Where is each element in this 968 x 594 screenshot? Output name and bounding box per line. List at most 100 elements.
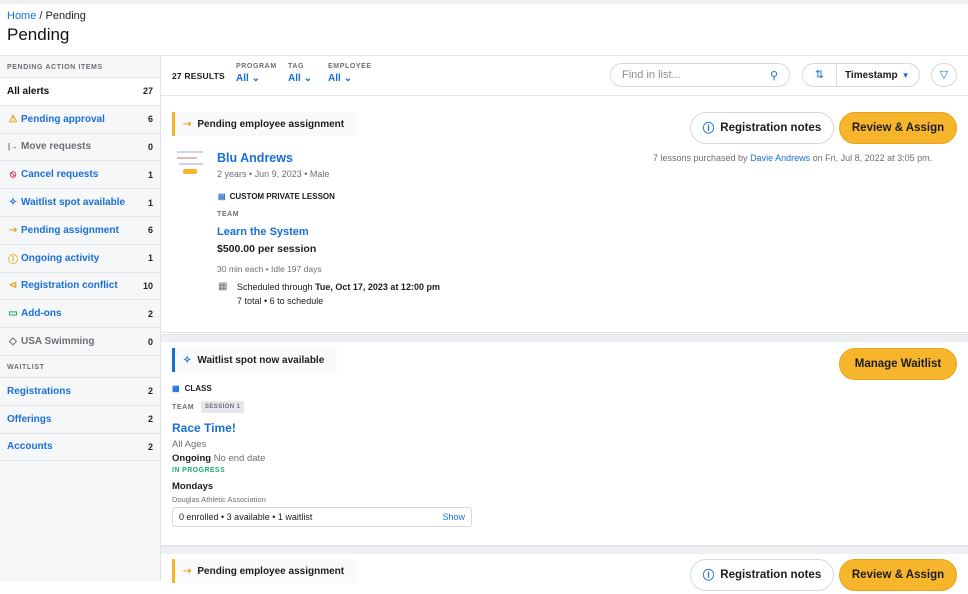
breadcrumb-home-link[interactable]: Home — [7, 10, 36, 22]
price: $500.00 per session — [217, 243, 317, 255]
sparkle-icon: ✧ — [183, 354, 192, 366]
shield-icon: ◇ — [9, 336, 17, 348]
pending-tag: ⇢ Pending employee assignment — [172, 112, 357, 136]
results-count: 27 RESULTS — [172, 71, 225, 81]
chevron-down-icon: ⌄ — [343, 73, 352, 84]
sidebar-item-offerings[interactable]: Offerings 2 — [0, 406, 160, 434]
tag-filter[interactable]: TAG All ⌄ — [288, 63, 312, 84]
cancel-icon: ⦸ — [9, 169, 17, 181]
show-link[interactable]: Show — [442, 512, 465, 522]
pending-tag: ⇢ Pending employee assignment — [172, 559, 357, 583]
breadcrumb-sep: / — [39, 10, 43, 22]
sidebar-count: 1 — [147, 169, 153, 180]
sidebar-item-pending-approval[interactable]: ⚠ Pending approval 6 — [0, 106, 160, 134]
student-meta: 2 years • Jun 9, 2023 • Male — [217, 169, 330, 179]
sidebar-count: 6 — [147, 114, 153, 125]
sidebar-count: 2 — [147, 441, 153, 452]
sidebar-section-pending: PENDING ACTION ITEMS — [0, 56, 160, 78]
registration-notes-button[interactable]: ⓘ Registration notes — [690, 112, 834, 144]
sidebar-item-registrations[interactable]: Registrations 2 — [0, 378, 160, 406]
offering-type: ▦ CLASS — [172, 384, 212, 393]
team-label: TEAM — [172, 404, 195, 411]
sidebar-count: 27 — [142, 86, 153, 97]
sidebar-count: 2 — [147, 414, 153, 425]
scheduled-through: Scheduled through Tue, Oct 17, 2023 at 1… — [237, 282, 440, 292]
info-icon: ⓘ — [8, 254, 18, 266]
sidebar-item-move-requests[interactable]: |→ Move requests 0 — [0, 134, 160, 162]
team-label: TEAM — [217, 211, 240, 218]
assign-arrow-icon: ⇢ — [8, 224, 18, 236]
sidebar-section-waitlist: WAITLIST — [0, 356, 160, 378]
caret-down-icon: ▼ — [901, 70, 910, 80]
move-icon: |→ — [7, 142, 19, 152]
sidebar-item-registration-conflict[interactable]: ⊲ Registration conflict 10 — [0, 273, 160, 301]
filter-bar: 27 RESULTS PROGRAM All ⌄ TAG All ⌄ EMPLOYE… — [161, 56, 968, 96]
alert-card-pending-assignment-2: ⇢ Pending employee assignment ⓘ Registrati… — [161, 554, 968, 594]
alert-card-waitlist: ✧ Waitlist spot now available Manage Wait… — [161, 342, 968, 546]
sidebar-count: 6 — [147, 225, 153, 236]
warning-icon: ⚠ — [8, 113, 18, 125]
sidebar-count: 0 — [147, 336, 153, 347]
review-assign-button[interactable]: Review & Assign — [839, 559, 957, 591]
sort-icon[interactable]: ⇅ — [803, 64, 837, 86]
duration-idle: 30 min each • Idle 197 days — [217, 264, 322, 274]
sidebar-count: 0 — [147, 141, 153, 152]
chevron-down-icon: ⌄ — [251, 73, 260, 84]
sidebar-item-pending-assignment[interactable]: ⇢ Pending assignment 6 — [0, 217, 160, 245]
student-name-link[interactable]: Blu Andrews — [217, 151, 293, 165]
purchaser-link[interactable]: Davie Andrews — [750, 153, 810, 163]
card-separator — [161, 546, 968, 554]
filter-funnel-button[interactable]: ▽ — [931, 63, 957, 87]
chevron-down-icon: ⌄ — [303, 73, 312, 84]
sidebar-count: 1 — [147, 197, 153, 208]
sidebar-count: 2 — [147, 308, 153, 319]
review-assign-button[interactable]: Review & Assign — [839, 112, 957, 144]
lesson-type: ▤ CUSTOM PRIVATE LESSON — [218, 192, 335, 201]
search-icon: ⚲ — [769, 69, 778, 82]
assign-arrow-icon: ⇢ — [183, 118, 192, 130]
funnel-icon: ▽ — [939, 69, 949, 81]
manage-waitlist-button[interactable]: Manage Waitlist — [839, 348, 957, 380]
conflict-icon: ⊲ — [8, 280, 18, 292]
info-icon: ⓘ — [702, 123, 715, 135]
schedule-counts: 7 total • 6 to schedule — [237, 296, 324, 306]
sidebar-item-add-ons[interactable]: ▭ Add-ons 2 — [0, 300, 160, 329]
sidebar-item-waitlist-spot[interactable]: ✧ Waitlist spot available 1 — [0, 189, 160, 217]
page-title: Pending — [7, 25, 70, 44]
ongoing-dates: Ongoing No end date — [172, 453, 266, 464]
page-header: Home / Pending Pending — [0, 4, 968, 56]
avatar — [175, 149, 207, 179]
sidebar-item-usa-swimming[interactable]: ◇ USA Swimming 0 — [0, 328, 160, 356]
organization: Douglas Athletic Association — [172, 495, 266, 504]
sidebar-count: 1 — [147, 253, 153, 264]
employee-filter[interactable]: EMPLOYEE All ⌄ — [328, 63, 372, 84]
sidebar-count: 2 — [147, 386, 153, 397]
offering-name-link[interactable]: Race Time! — [172, 421, 236, 435]
program-filter[interactable]: PROGRAM All ⌄ — [236, 63, 277, 84]
registration-notes-button[interactable]: ⓘ Registration notes — [690, 559, 834, 591]
alert-card-pending-assignment: ⇢ Pending employee assignment ⓘ Registrati… — [161, 97, 968, 333]
sidebar-item-all-alerts[interactable]: All alerts 27 — [0, 78, 160, 106]
card-separator — [161, 334, 968, 342]
waitlist-tag: ✧ Waitlist spot now available — [172, 348, 337, 372]
sidebar-item-ongoing-activity[interactable]: ⓘ Ongoing activity 1 — [0, 245, 160, 273]
breadcrumb: Home / Pending — [7, 10, 961, 22]
enrollment-summary: 0 enrolled • 3 available • 1 waitlist Sho… — [172, 507, 472, 527]
breadcrumb-current: Pending — [45, 10, 86, 22]
schedule-day: Mondays — [172, 481, 214, 492]
sidebar: PENDING ACTION ITEMS All alerts 27 ⚠ Pendi… — [0, 56, 161, 581]
session-badge: SESSION 1 — [201, 401, 245, 413]
calendar-icon: ▦ — [218, 281, 228, 292]
sidebar-item-accounts[interactable]: Accounts 2 — [0, 434, 160, 462]
sort-control[interactable]: ⇅ Timestamp ▼ — [802, 63, 920, 87]
purchase-info: 7 lessons purchased by Davie Andrews on … — [653, 153, 933, 163]
assign-arrow-icon: ⇢ — [183, 565, 192, 577]
main-content: 27 RESULTS PROGRAM All ⌄ TAG All ⌄ EMPLOYE… — [161, 56, 968, 591]
search-input[interactable]: Find in list... ⚲ — [610, 63, 790, 87]
cart-icon: ▭ — [8, 308, 18, 320]
status-badge: IN PROGRESS — [172, 467, 226, 474]
sidebar-item-cancel-requests[interactable]: ⦸ Cancel requests 1 — [0, 161, 160, 190]
calendar-icon: ▦ — [172, 384, 180, 393]
program-link[interactable]: Learn the System — [217, 226, 309, 238]
sidebar-count: 10 — [142, 280, 153, 291]
